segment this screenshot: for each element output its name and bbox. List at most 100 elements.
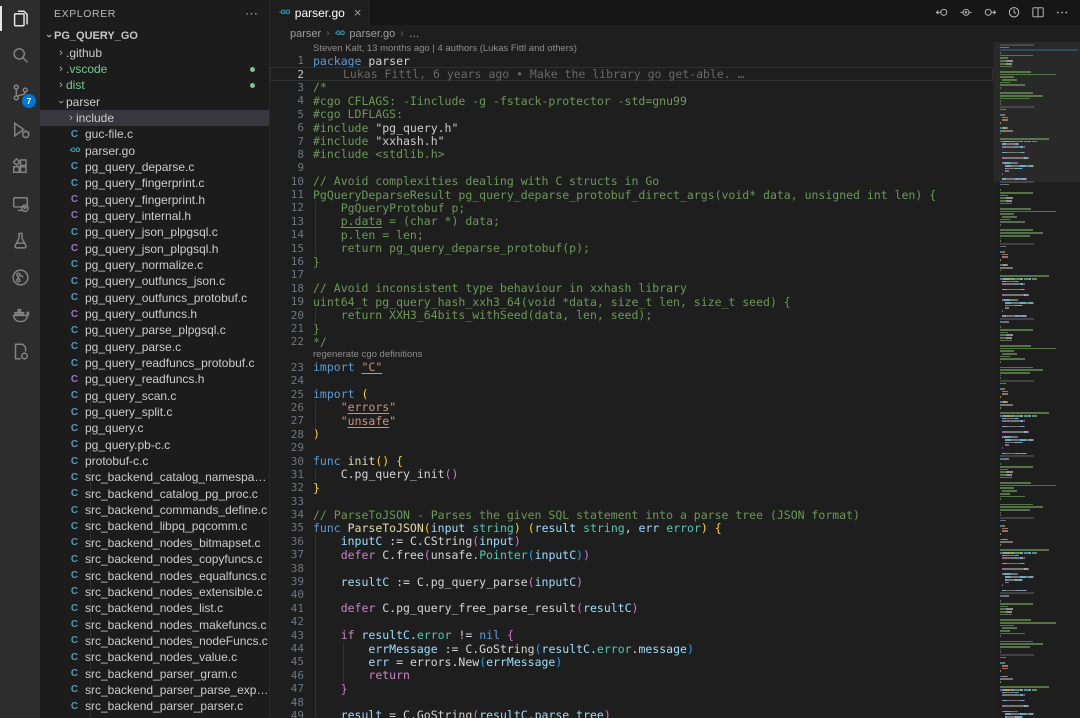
code-line-17[interactable]: 17: [270, 268, 993, 281]
tree-file-src-backend-parser-parser.c[interactable]: Csrc_backend_parser_parser.c: [40, 698, 269, 714]
tree-folder-parser[interactable]: ›parser: [40, 93, 269, 109]
code-line-32[interactable]: 32}: [270, 481, 993, 494]
code-line-39[interactable]: 39 resultC := C.pg_query_parse(inputC): [270, 575, 993, 588]
code-line-14[interactable]: 14 p.len = len;: [270, 228, 993, 241]
tree-folder-include[interactable]: ›include: [40, 110, 269, 126]
code-line-30[interactable]: 30func init() {: [270, 454, 993, 467]
code-line-22[interactable]: 22*/: [270, 335, 993, 348]
tree-file-parser.go[interactable]: -GOparser.go: [40, 142, 269, 158]
close-tab-icon[interactable]: ×: [354, 6, 362, 19]
tree-file-src-backend-catalog-pg-proc.c[interactable]: Csrc_backend_catalog_pg_proc.c: [40, 486, 269, 502]
code-line-21[interactable]: 21}: [270, 322, 993, 335]
tree-file-pg-query-outfuncs-protobuf.c[interactable]: Cpg_query_outfuncs_protobuf.c: [40, 290, 269, 306]
debug-activity-button[interactable]: [0, 111, 40, 148]
code-line-33[interactable]: 33: [270, 495, 993, 508]
code-line-41[interactable]: 41 defer C.pg_query_free_parse_result(re…: [270, 602, 993, 615]
tree-file-pg-query.c[interactable]: Cpg_query.c: [40, 420, 269, 436]
tree-file-src-backend-nodes-nodefuncs.c[interactable]: Csrc_backend_nodes_nodeFuncs.c: [40, 633, 269, 649]
breadcrumb-folder[interactable]: parser: [290, 28, 321, 40]
code-line-27[interactable]: 27 "unsafe": [270, 414, 993, 427]
code-line-2[interactable]: 2Lukas Fittl, 6 years ago • Make the lib…: [270, 67, 993, 80]
tree-file-src-backend-nodes-extensible.c[interactable]: Csrc_backend_nodes_extensible.c: [40, 584, 269, 600]
code-line-38[interactable]: 38: [270, 561, 993, 574]
code-line-49[interactable]: 49 result = C.GoString(resultC.parse_tre…: [270, 709, 993, 718]
source-control-activity-button[interactable]: 7: [0, 74, 40, 111]
more-actions-button[interactable]: [1052, 3, 1072, 23]
code-line-29[interactable]: 29: [270, 441, 993, 454]
code-line-15[interactable]: 15 return pg_query_deparse_protobuf(p);: [270, 241, 993, 254]
tree-file-src-backend-commands-define.c[interactable]: Csrc_backend_commands_define.c: [40, 502, 269, 518]
tree-file-src-backend-nodes-copyfuncs.c[interactable]: Csrc_backend_nodes_copyfuncs.c: [40, 551, 269, 567]
tree-file-src-backend-parser-parse-expr.c[interactable]: Csrc_backend_parser_parse_expr.c: [40, 682, 269, 698]
code-line-10[interactable]: 10// Avoid complexities dealing with C s…: [270, 175, 993, 188]
tree-file-pg-query-readfuncs-protobuf.c[interactable]: Cpg_query_readfuncs_protobuf.c: [40, 355, 269, 371]
tree-file-pg-query-json-plpgsql.c[interactable]: Cpg_query_json_plpgsql.c: [40, 224, 269, 240]
split-editor-button[interactable]: [1028, 3, 1048, 23]
tree-file-pg-query-split.c[interactable]: Cpg_query_split.c: [40, 404, 269, 420]
tree-file-pg-query-readfuncs.h[interactable]: Cpg_query_readfuncs.h: [40, 371, 269, 387]
tree-file-src-backend-nodes-list.c[interactable]: Csrc_backend_nodes_list.c: [40, 600, 269, 616]
compare-previous-button[interactable]: [932, 3, 952, 23]
code-line-34[interactable]: 34// ParseToJSON - Parses the given SQL …: [270, 508, 993, 521]
code-line-19[interactable]: 19uint64_t pg_query_hash_xxh3_64(void *d…: [270, 295, 993, 308]
breadcrumb-symbol[interactable]: …: [409, 28, 420, 40]
tree-root-pg-query-go[interactable]: ›PG_QUERY_GO: [40, 28, 269, 44]
code-line-11[interactable]: 11PgQueryDeparseResult pg_query_deparse_…: [270, 188, 993, 201]
flask-activity-button[interactable]: [0, 222, 40, 259]
code-line-20[interactable]: 20 return XXH3_64bits_withSeed(data, len…: [270, 308, 993, 321]
tree-file-src-backend-parser-gram.c[interactable]: Csrc_backend_parser_gram.c: [40, 665, 269, 681]
code-line-3[interactable]: 3/*: [270, 81, 993, 94]
code-line-45[interactable]: 45 err = errors.New(errMessage): [270, 655, 993, 668]
tree-file-pg-query-scan.c[interactable]: Cpg_query_scan.c: [40, 388, 269, 404]
code-line-6[interactable]: 6#include "pg_query.h": [270, 121, 993, 134]
remote-activity-button[interactable]: [0, 185, 40, 222]
tree-file-pg-query-deparse.c[interactable]: Cpg_query_deparse.c: [40, 159, 269, 175]
tree-folder-.github[interactable]: ›.github: [40, 44, 269, 60]
open-changes-button[interactable]: [956, 3, 976, 23]
tree-folder-.vscode[interactable]: ›.vscode: [40, 61, 269, 77]
tree-file-src-backend-nodes-value.c[interactable]: Csrc_backend_nodes_value.c: [40, 649, 269, 665]
code-line-37[interactable]: 37 defer C.free(unsafe.Pointer(inputC)): [270, 548, 993, 561]
tree-file-pg-query.pb-c.c[interactable]: Cpg_query.pb-c.c: [40, 437, 269, 453]
files-activity-button[interactable]: [0, 0, 40, 37]
code-line-48[interactable]: 48: [270, 695, 993, 708]
tree-file-src-backend-libpq-pqcomm.c[interactable]: Csrc_backend_libpq_pqcomm.c: [40, 518, 269, 534]
code-line-26[interactable]: 26 "errors": [270, 401, 993, 414]
codelens-link[interactable]: regenerate cgo definitions: [270, 349, 993, 361]
explorer-more-icon[interactable]: ⋯: [245, 6, 259, 22]
tree-file-pg-query-parse.c[interactable]: Cpg_query_parse.c: [40, 339, 269, 355]
docker-activity-button[interactable]: [0, 296, 40, 333]
code-line-13[interactable]: 13 p.data = (char *) data;: [270, 215, 993, 228]
code-line-43[interactable]: 43 if resultC.error != nil {: [270, 628, 993, 641]
code-line-16[interactable]: 16}: [270, 255, 993, 268]
tree-file-src-backend-nodes-equalfuncs.c[interactable]: Csrc_backend_nodes_equalfuncs.c: [40, 567, 269, 583]
tree-file-src-backend-catalog-namespace.c[interactable]: Csrc_backend_catalog_namespace.c: [40, 469, 269, 485]
tab-parser-go[interactable]: -GO parser.go ×: [270, 0, 370, 25]
gitlens-activity-button[interactable]: [0, 259, 40, 296]
tree-file-protobuf-c.c[interactable]: Cprotobuf-c.c: [40, 453, 269, 469]
code-line-28[interactable]: 28): [270, 428, 993, 441]
tree-file-src-backend-nodes-makefuncs.c[interactable]: Csrc_backend_nodes_makefuncs.c: [40, 616, 269, 632]
code-line-46[interactable]: 46 return: [270, 669, 993, 682]
code-line-12[interactable]: 12 PgQueryProtobuf p;: [270, 201, 993, 214]
extensions-activity-button[interactable]: [0, 148, 40, 185]
code-line-42[interactable]: 42: [270, 615, 993, 628]
tree-file-pg-query-normalize.c[interactable]: Cpg_query_normalize.c: [40, 257, 269, 273]
breadcrumb-file[interactable]: parser.go: [349, 28, 395, 40]
tree-file-pg-query-parse-plpgsql.c[interactable]: Cpg_query_parse_plpgsql.c: [40, 322, 269, 338]
tree-file-guc-file.c[interactable]: Cguc-file.c: [40, 126, 269, 142]
code-line-25[interactable]: 25import (: [270, 387, 993, 400]
code-line-1[interactable]: 1package parser: [270, 54, 993, 67]
code-line-23[interactable]: 23import "C": [270, 361, 993, 374]
code-line-4[interactable]: 4#cgo CFLAGS: -Iinclude -g -fstack-prote…: [270, 94, 993, 107]
tree-file-src-backend-nodes-bitmapset.c[interactable]: Csrc_backend_nodes_bitmapset.c: [40, 535, 269, 551]
tree-file-pg-query-fingerprint.c[interactable]: Cpg_query_fingerprint.c: [40, 175, 269, 191]
code-editor[interactable]: Steven Kalt, 13 months ago | 4 authors (…: [270, 42, 993, 718]
code-line-5[interactable]: 5#cgo LDFLAGS:: [270, 108, 993, 121]
code-line-24[interactable]: 24: [270, 374, 993, 387]
code-line-44[interactable]: 44 errMessage := C.GoString(resultC.erro…: [270, 642, 993, 655]
minimap[interactable]: [993, 42, 1080, 718]
code-line-7[interactable]: 7#include "xxhash.h": [270, 134, 993, 147]
code-line-18[interactable]: 18// Avoid inconsistent type behaviour i…: [270, 282, 993, 295]
code-line-36[interactable]: 36 inputC := C.CString(input): [270, 535, 993, 548]
